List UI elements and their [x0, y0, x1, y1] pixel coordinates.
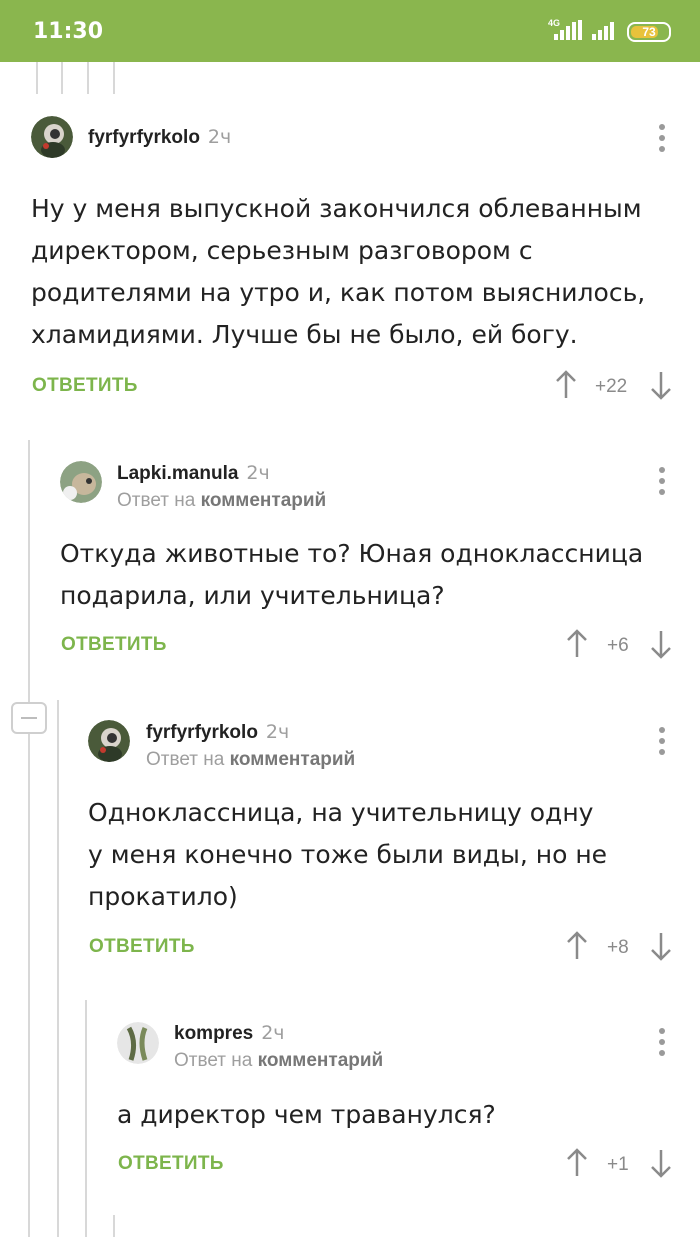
reply-to-link[interactable]: Ответ на комментарий	[146, 749, 355, 771]
reply-button[interactable]: ОТВЕТИТЬ	[32, 375, 138, 397]
more-options-icon[interactable]	[659, 727, 665, 755]
status-bar: 11:30 4G 73	[0, 0, 700, 62]
reply-button[interactable]: ОТВЕТИТЬ	[61, 634, 167, 656]
upvote-icon[interactable]	[566, 931, 588, 961]
upvote-icon[interactable]	[555, 370, 577, 400]
comment-author[interactable]: Lapki.manula 2ч	[117, 462, 270, 485]
avatar[interactable]	[31, 116, 73, 158]
thread-line	[113, 1215, 115, 1237]
reply-button[interactable]: ОТВЕТИТЬ	[118, 1153, 224, 1175]
thread-line[interactable]	[57, 700, 59, 1237]
comment-time: 2ч	[246, 462, 270, 484]
comment-text: Откуда животные то? Юная одноклассница по…	[60, 539, 644, 610]
thread-line	[87, 62, 89, 94]
downvote-icon[interactable]	[650, 370, 672, 400]
comment-text: а директор чем траванулся?	[117, 1100, 496, 1129]
comment-text: Одноклассница, на учительницу одну у меня…	[88, 798, 608, 911]
downvote-icon[interactable]	[650, 1148, 672, 1178]
thread-line	[113, 62, 115, 94]
cell-signal-icon	[554, 20, 582, 40]
more-options-icon[interactable]	[659, 467, 665, 495]
thread-line[interactable]	[28, 440, 30, 1237]
avatar[interactable]	[60, 461, 102, 503]
comment-time: 2ч	[261, 1022, 285, 1044]
avatar[interactable]	[117, 1022, 159, 1064]
comment-text: Ну у меня выпускной закончился облеванны…	[31, 194, 646, 349]
thread-line[interactable]	[85, 1000, 87, 1237]
comment-author[interactable]: fyrfyrfyrkolo 2ч	[146, 721, 289, 744]
rating: +6	[607, 635, 629, 656]
upvote-icon[interactable]	[566, 629, 588, 659]
more-options-icon[interactable]	[659, 124, 665, 152]
downvote-icon[interactable]	[650, 931, 672, 961]
comment-time: 2ч	[265, 721, 290, 743]
reply-to-link[interactable]: Ответ на комментарий	[117, 490, 326, 512]
collapse-thread-button[interactable]	[11, 702, 47, 734]
avatar[interactable]	[88, 720, 130, 762]
battery-level: 73	[642, 25, 656, 39]
comment-time: 2ч	[207, 126, 232, 148]
clock: 11:30	[33, 19, 104, 44]
downvote-icon[interactable]	[650, 629, 672, 659]
upvote-icon[interactable]	[566, 1148, 588, 1178]
cell-signal-2-icon	[592, 22, 614, 40]
reply-to-link[interactable]: Ответ на комментарий	[174, 1050, 383, 1072]
rating: +8	[607, 937, 629, 958]
rating: +1	[607, 1154, 629, 1175]
reply-button[interactable]: ОТВЕТИТЬ	[89, 936, 195, 958]
comment-author[interactable]: kompres 2ч	[174, 1022, 285, 1045]
comment-author[interactable]: fyrfyrfyrkolo 2ч	[88, 126, 231, 149]
battery-icon: 73	[627, 22, 671, 42]
thread-line	[36, 62, 38, 94]
more-options-icon[interactable]	[659, 1028, 665, 1056]
thread-line	[61, 62, 63, 94]
rating: +22	[595, 376, 628, 397]
